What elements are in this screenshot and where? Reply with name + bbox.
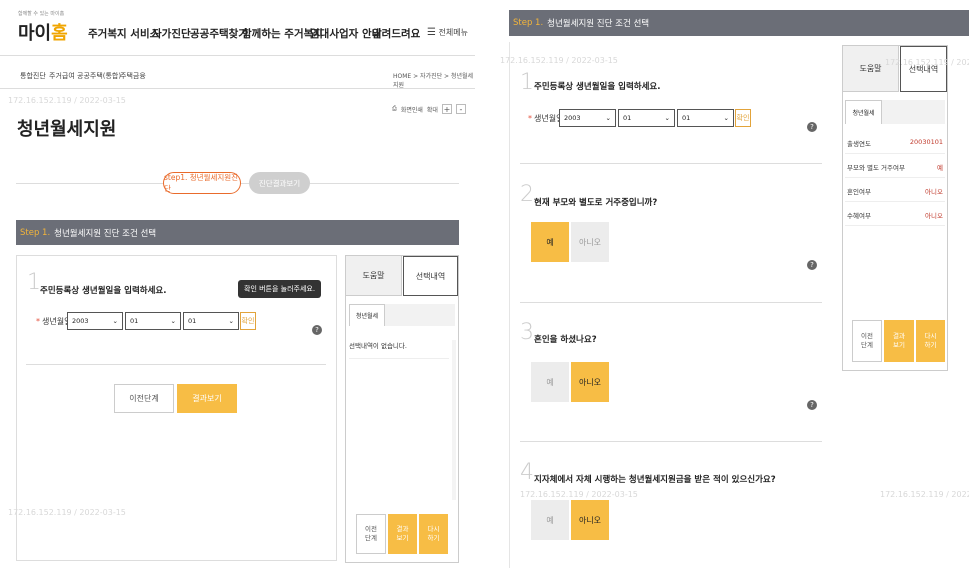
option-no[interactable]: 아니오 xyxy=(571,500,609,540)
watermark: 172.16.152.119 / 2022-03-15 xyxy=(885,58,969,67)
chevron-down-icon: ⌄ xyxy=(112,317,118,325)
tab-help[interactable]: 도움말 xyxy=(346,256,402,296)
question-divider xyxy=(520,441,822,442)
logo-tagline: 함께할 수 있는 마이홈 xyxy=(18,11,65,17)
page-tools: ⎙ 화면인쇄 확대 + - xyxy=(392,104,466,114)
chevron-down-icon: ⌄ xyxy=(664,114,670,122)
nav-notice[interactable]: 알려드려요 xyxy=(372,26,420,41)
year-select[interactable]: 2003 ⌄ xyxy=(67,312,123,330)
subnav-item-integrated[interactable]: 통합진단 xyxy=(20,71,46,81)
question-divider xyxy=(26,364,326,365)
help-icon[interactable]: ? xyxy=(807,260,817,270)
year-select[interactable]: 2003 ⌄ xyxy=(559,109,616,127)
question-number: 1 xyxy=(27,270,41,295)
side-prev-button[interactable]: 이전 단계 xyxy=(852,320,882,362)
side-retry-button[interactable]: 다시 하기 xyxy=(916,320,945,362)
step2-pill: 진단결과보기 xyxy=(249,172,310,194)
zoom-label: 확대 xyxy=(426,106,438,114)
page-title: 청년월세지원 xyxy=(17,119,117,140)
summary-row: 부모와 별도 거주여부 예 xyxy=(845,162,945,178)
side-prev-button[interactable]: 이전 단계 xyxy=(356,514,386,554)
question-text: 현재 부모와 별도로 거주중입니까? xyxy=(534,198,658,208)
watermark: 172.16.152.119 / 2022-03-15 xyxy=(8,508,126,517)
step-title-bar: Step 1. 청년월세지원 진단 조건 선택 xyxy=(509,10,969,36)
view-result-button[interactable]: 결과보기 xyxy=(177,384,237,413)
nav-landlord-guide[interactable]: 임대사업자 안내 xyxy=(310,26,381,41)
chevron-down-icon: ⌄ xyxy=(228,317,234,325)
side-retry-button[interactable]: 다시 하기 xyxy=(419,514,448,554)
question-divider xyxy=(520,163,822,164)
zoom-in-button[interactable]: + xyxy=(441,104,452,114)
side-result-button[interactable]: 결과 보기 xyxy=(884,320,914,362)
tab-youth-rent[interactable]: 청년월세 xyxy=(349,304,385,326)
nav-public-housing[interactable]: 공공주택찾기 xyxy=(190,26,248,41)
hamburger-icon: ☰ xyxy=(427,27,436,38)
month-select[interactable]: 01 ⌄ xyxy=(125,312,181,330)
question-text: 주민등록상 생년월일을 입력하세요. xyxy=(534,82,661,92)
subnav-item-public-housing[interactable]: 공공주택(통합) xyxy=(77,71,121,81)
day-select[interactable]: 01 ⌄ xyxy=(677,109,734,127)
logo[interactable]: 마이홈 xyxy=(18,19,68,45)
chevron-down-icon: ⌄ xyxy=(723,114,729,122)
tab-youth-rent[interactable]: 청년월세 xyxy=(845,100,882,124)
confirm-button[interactable]: 확인 xyxy=(735,109,751,127)
question-number: 1 xyxy=(520,70,534,95)
prev-step-button[interactable]: 이전단계 xyxy=(114,384,174,413)
subnav-item-housing-benefit[interactable]: 주거급여 xyxy=(49,71,75,81)
help-icon[interactable]: ? xyxy=(807,400,817,410)
chevron-down-icon: ⌄ xyxy=(605,114,611,122)
print-icon[interactable]: ⎙ xyxy=(392,105,397,113)
month-select[interactable]: 01 ⌄ xyxy=(618,109,675,127)
subnav-item-housing-finance[interactable]: 주택금융 xyxy=(120,71,146,81)
left-screenshot: 함께할 수 있는 마이홈 마이홈 주거복지 서비스 자가진단 공공주택찾기 함께… xyxy=(0,0,475,568)
question-number: 3 xyxy=(520,320,534,345)
tab-selected[interactable]: 선택내역 xyxy=(403,256,458,296)
chevron-down-icon: ⌄ xyxy=(170,317,176,325)
empty-message: 선택내역이 없습니다. xyxy=(349,342,407,350)
watermark: 172.16.152.119 / 2022-03-15 xyxy=(8,96,126,105)
scrollbar[interactable] xyxy=(452,340,456,500)
step1-pill: step1. 청년월세지원진단 xyxy=(163,172,241,194)
list-divider xyxy=(349,358,449,359)
summary-row: 출생연도 20030101 xyxy=(845,138,945,154)
help-icon[interactable]: ? xyxy=(807,122,817,132)
question-divider xyxy=(520,302,822,303)
tooltip: 확인 버튼을 눌러주세요. xyxy=(238,280,322,298)
step-title-bar: Step 1. 청년월세지원 진단 조건 선택 xyxy=(16,220,459,245)
watermark: 172.16.152.119 / 2022-03-15 xyxy=(500,56,618,65)
question-number: 4 xyxy=(520,460,534,485)
tab-help[interactable]: 도움말 xyxy=(843,46,899,92)
print-button[interactable]: 화면인쇄 xyxy=(401,105,423,114)
header-divider xyxy=(0,55,475,56)
question-text: 혼인을 하셨나요? xyxy=(534,335,597,345)
help-icon[interactable]: ? xyxy=(312,325,322,335)
zoom-out-button[interactable]: - xyxy=(455,104,466,114)
question-text: 주민등록상 생년월일을 입력하세요. xyxy=(40,286,167,296)
day-select[interactable]: 01 ⌄ xyxy=(183,312,239,330)
menu-all-button[interactable]: ☰ 전체메뉴 xyxy=(427,27,468,38)
option-no[interactable]: 아니오 xyxy=(571,222,609,262)
question-text: 지자체에서 자체 시행하는 청년월세지원금을 받은 적이 있으신가요? xyxy=(534,475,776,485)
tab-selected[interactable]: 선택내역 xyxy=(900,46,947,92)
summary-row: 수혜여부 아니오 xyxy=(845,210,945,226)
option-no[interactable]: 아니오 xyxy=(571,362,609,402)
nav-housing-welfare[interactable]: 주거복지 서비스 xyxy=(88,26,159,41)
watermark: 172.16.152.119 / 2022-03-15 xyxy=(520,490,638,499)
subnav-divider xyxy=(0,88,475,89)
summary-row: 혼인여부 아니오 xyxy=(845,186,945,202)
watermark: 172.16.152.119 / 2022-03-15 xyxy=(880,490,969,499)
question-number: 2 xyxy=(520,182,534,207)
confirm-button[interactable]: 확인 xyxy=(240,312,256,330)
nav-self-diagnosis[interactable]: 자가진단 xyxy=(152,26,191,41)
side-result-button[interactable]: 결과 보기 xyxy=(388,514,417,554)
option-yes[interactable]: 예 xyxy=(531,222,569,262)
option-yes[interactable]: 예 xyxy=(531,362,569,402)
breadcrumb: HOME > 자가진단 > 청년월세지원 xyxy=(393,73,474,89)
option-yes[interactable]: 예 xyxy=(531,500,569,540)
